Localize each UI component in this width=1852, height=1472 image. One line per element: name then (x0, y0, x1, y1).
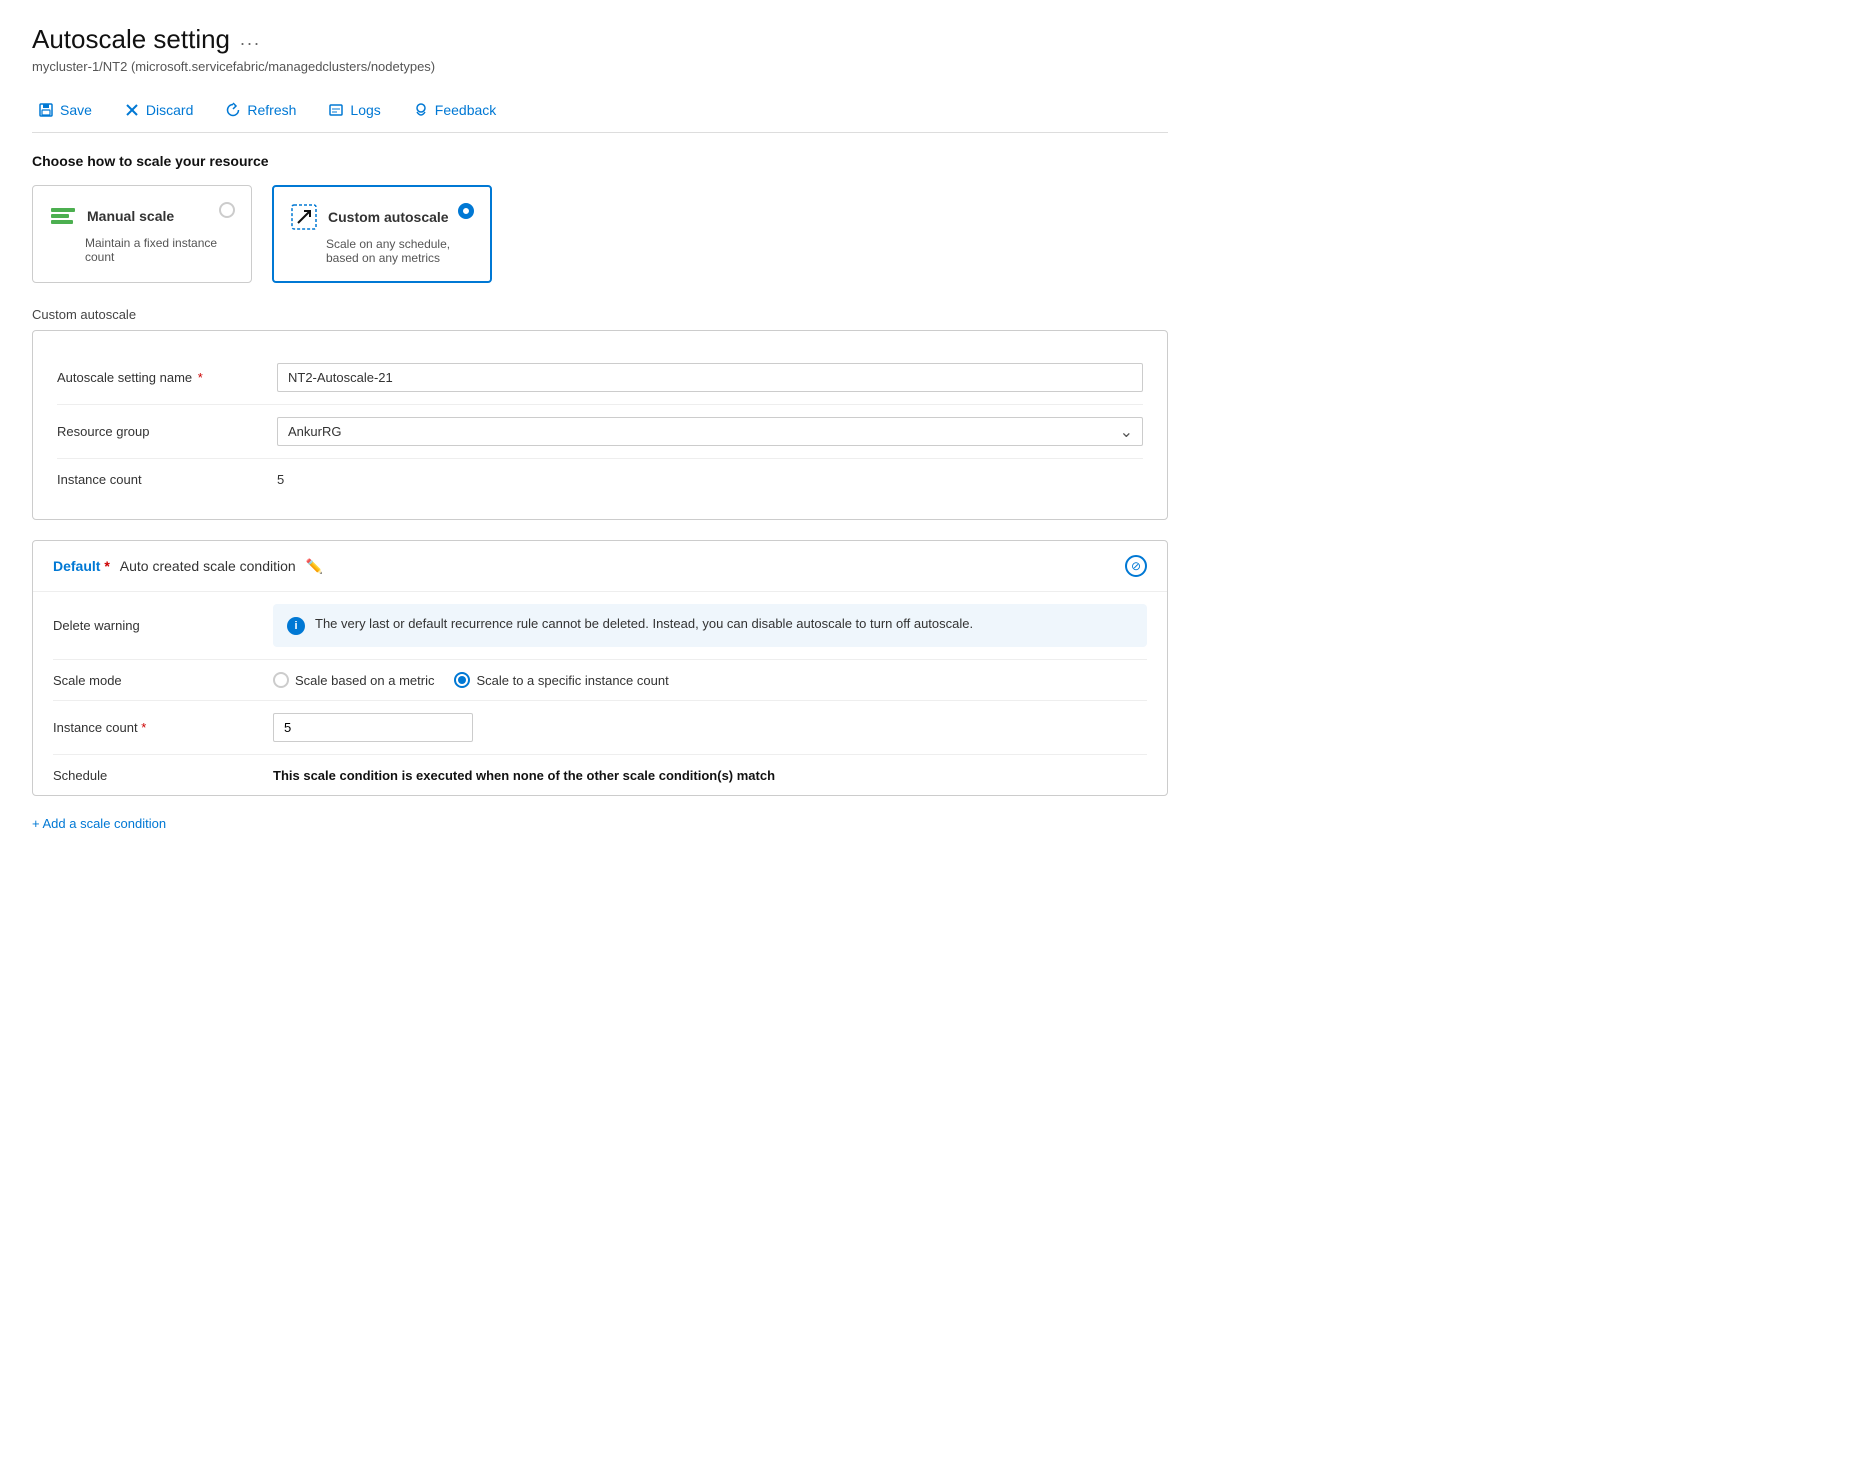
manual-card-header: Manual scale (49, 202, 235, 230)
autoscale-name-value[interactable] (277, 363, 1143, 392)
manual-card-desc: Maintain a fixed instance count (85, 236, 235, 264)
manual-card-title: Manual scale (87, 208, 174, 224)
instance-count-value: 5 (277, 471, 1143, 487)
custom-card-desc: Scale on any schedule, based on any metr… (326, 237, 474, 265)
custom-autoscale-icon (290, 203, 318, 231)
schedule-label: Schedule (53, 768, 273, 783)
custom-autoscale-label: Custom autoscale (32, 307, 1168, 322)
scale-metric-radio[interactable] (273, 672, 289, 688)
manual-scale-card[interactable]: Manual scale Maintain a fixed instance c… (32, 185, 252, 283)
toolbar: Save Discard Refresh Logs Feedback (32, 88, 1168, 133)
logs-button[interactable]: Logs (322, 98, 386, 122)
schedule-value: This scale condition is executed when no… (273, 767, 1147, 783)
condition-header: Default * Auto created scale condition ✏… (33, 541, 1167, 592)
scale-instance-radio[interactable] (454, 672, 470, 688)
condition-body: Delete warning i The very last or defaul… (33, 592, 1167, 795)
scale-instance-option[interactable]: Scale to a specific instance count (454, 672, 668, 688)
logs-icon (328, 102, 344, 118)
info-box: i The very last or default recurrence ru… (273, 604, 1147, 647)
scale-mode-label: Scale mode (53, 673, 273, 688)
manual-card-icon-title: Manual scale (49, 202, 174, 230)
autoscale-name-label: Autoscale setting name * (57, 370, 277, 385)
custom-card-header: Custom autoscale (290, 203, 474, 231)
save-button[interactable]: Save (32, 98, 98, 122)
scale-options: Manual scale Maintain a fixed instance c… (32, 185, 1168, 283)
refresh-icon (225, 102, 241, 118)
default-label: Default * (53, 558, 110, 574)
instance-count-row: Instance count 5 (57, 459, 1143, 499)
custom-card-icon-title: Custom autoscale (290, 203, 449, 231)
manual-radio[interactable] (219, 202, 235, 218)
add-scale-condition-button[interactable]: + Add a scale condition (32, 816, 166, 831)
discard-icon (124, 102, 140, 118)
scale-instance-radio-inner (458, 676, 466, 684)
feedback-button[interactable]: Feedback (407, 98, 502, 122)
scale-mode-options-container: Scale based on a metric Scale to a speci… (273, 672, 1147, 688)
instance-count-required-star: * (141, 720, 146, 735)
resource-group-value[interactable]: AnkurRG (277, 417, 1143, 446)
edit-icon[interactable]: ✏️ (306, 558, 323, 575)
page-subtitle: mycluster-1/NT2 (microsoft.servicefabric… (32, 59, 1168, 74)
resource-group-label: Resource group (57, 424, 277, 439)
custom-radio[interactable] (458, 203, 474, 219)
condition-instance-count-input[interactable] (273, 713, 473, 742)
disable-icon[interactable]: ⊘ (1125, 555, 1147, 577)
info-icon: i (287, 617, 305, 635)
delete-warning-label: Delete warning (53, 618, 273, 633)
manual-scale-icon (49, 202, 77, 230)
condition-instance-count-label: Instance count * (53, 720, 273, 735)
ellipsis-icon[interactable]: ... (240, 29, 261, 50)
resource-group-select-wrapper: AnkurRG (277, 417, 1143, 446)
condition-header-left: Default * Auto created scale condition ✏… (53, 558, 323, 575)
delete-warning-row: Delete warning i The very last or defaul… (53, 592, 1147, 660)
form-card: Autoscale setting name * Resource group … (32, 330, 1168, 520)
scale-mode-options: Scale based on a metric Scale to a speci… (273, 672, 1147, 688)
custom-autoscale-card[interactable]: Custom autoscale Scale on any schedule, … (272, 185, 492, 283)
delete-warning-value: i The very last or default recurrence ru… (273, 604, 1147, 647)
condition-instance-count-row: Instance count * (53, 701, 1147, 755)
required-star: * (100, 558, 109, 574)
schedule-row: Schedule This scale condition is execute… (53, 755, 1147, 795)
custom-card-title: Custom autoscale (328, 209, 449, 225)
condition-instance-count-value[interactable] (273, 713, 1147, 742)
resource-group-select[interactable]: AnkurRG (277, 417, 1143, 446)
autoscale-name-row: Autoscale setting name * (57, 351, 1143, 405)
scale-mode-row: Scale mode Scale based on a metric Scale… (53, 660, 1147, 701)
autoscale-name-input[interactable] (277, 363, 1143, 392)
autoscale-name-required: * (198, 370, 203, 385)
condition-card: Default * Auto created scale condition ✏… (32, 540, 1168, 796)
refresh-button[interactable]: Refresh (219, 98, 302, 122)
page-title: Autoscale setting ... (32, 24, 261, 55)
discard-button[interactable]: Discard (118, 98, 199, 122)
save-icon (38, 102, 54, 118)
page-title-row: Autoscale setting ... (32, 24, 1168, 55)
scale-section-heading: Choose how to scale your resource (32, 153, 1168, 169)
resource-group-row: Resource group AnkurRG (57, 405, 1143, 459)
instance-count-label: Instance count (57, 472, 277, 487)
condition-title-text: Auto created scale condition (120, 558, 296, 574)
scale-metric-option[interactable]: Scale based on a metric (273, 672, 434, 688)
feedback-icon (413, 102, 429, 118)
